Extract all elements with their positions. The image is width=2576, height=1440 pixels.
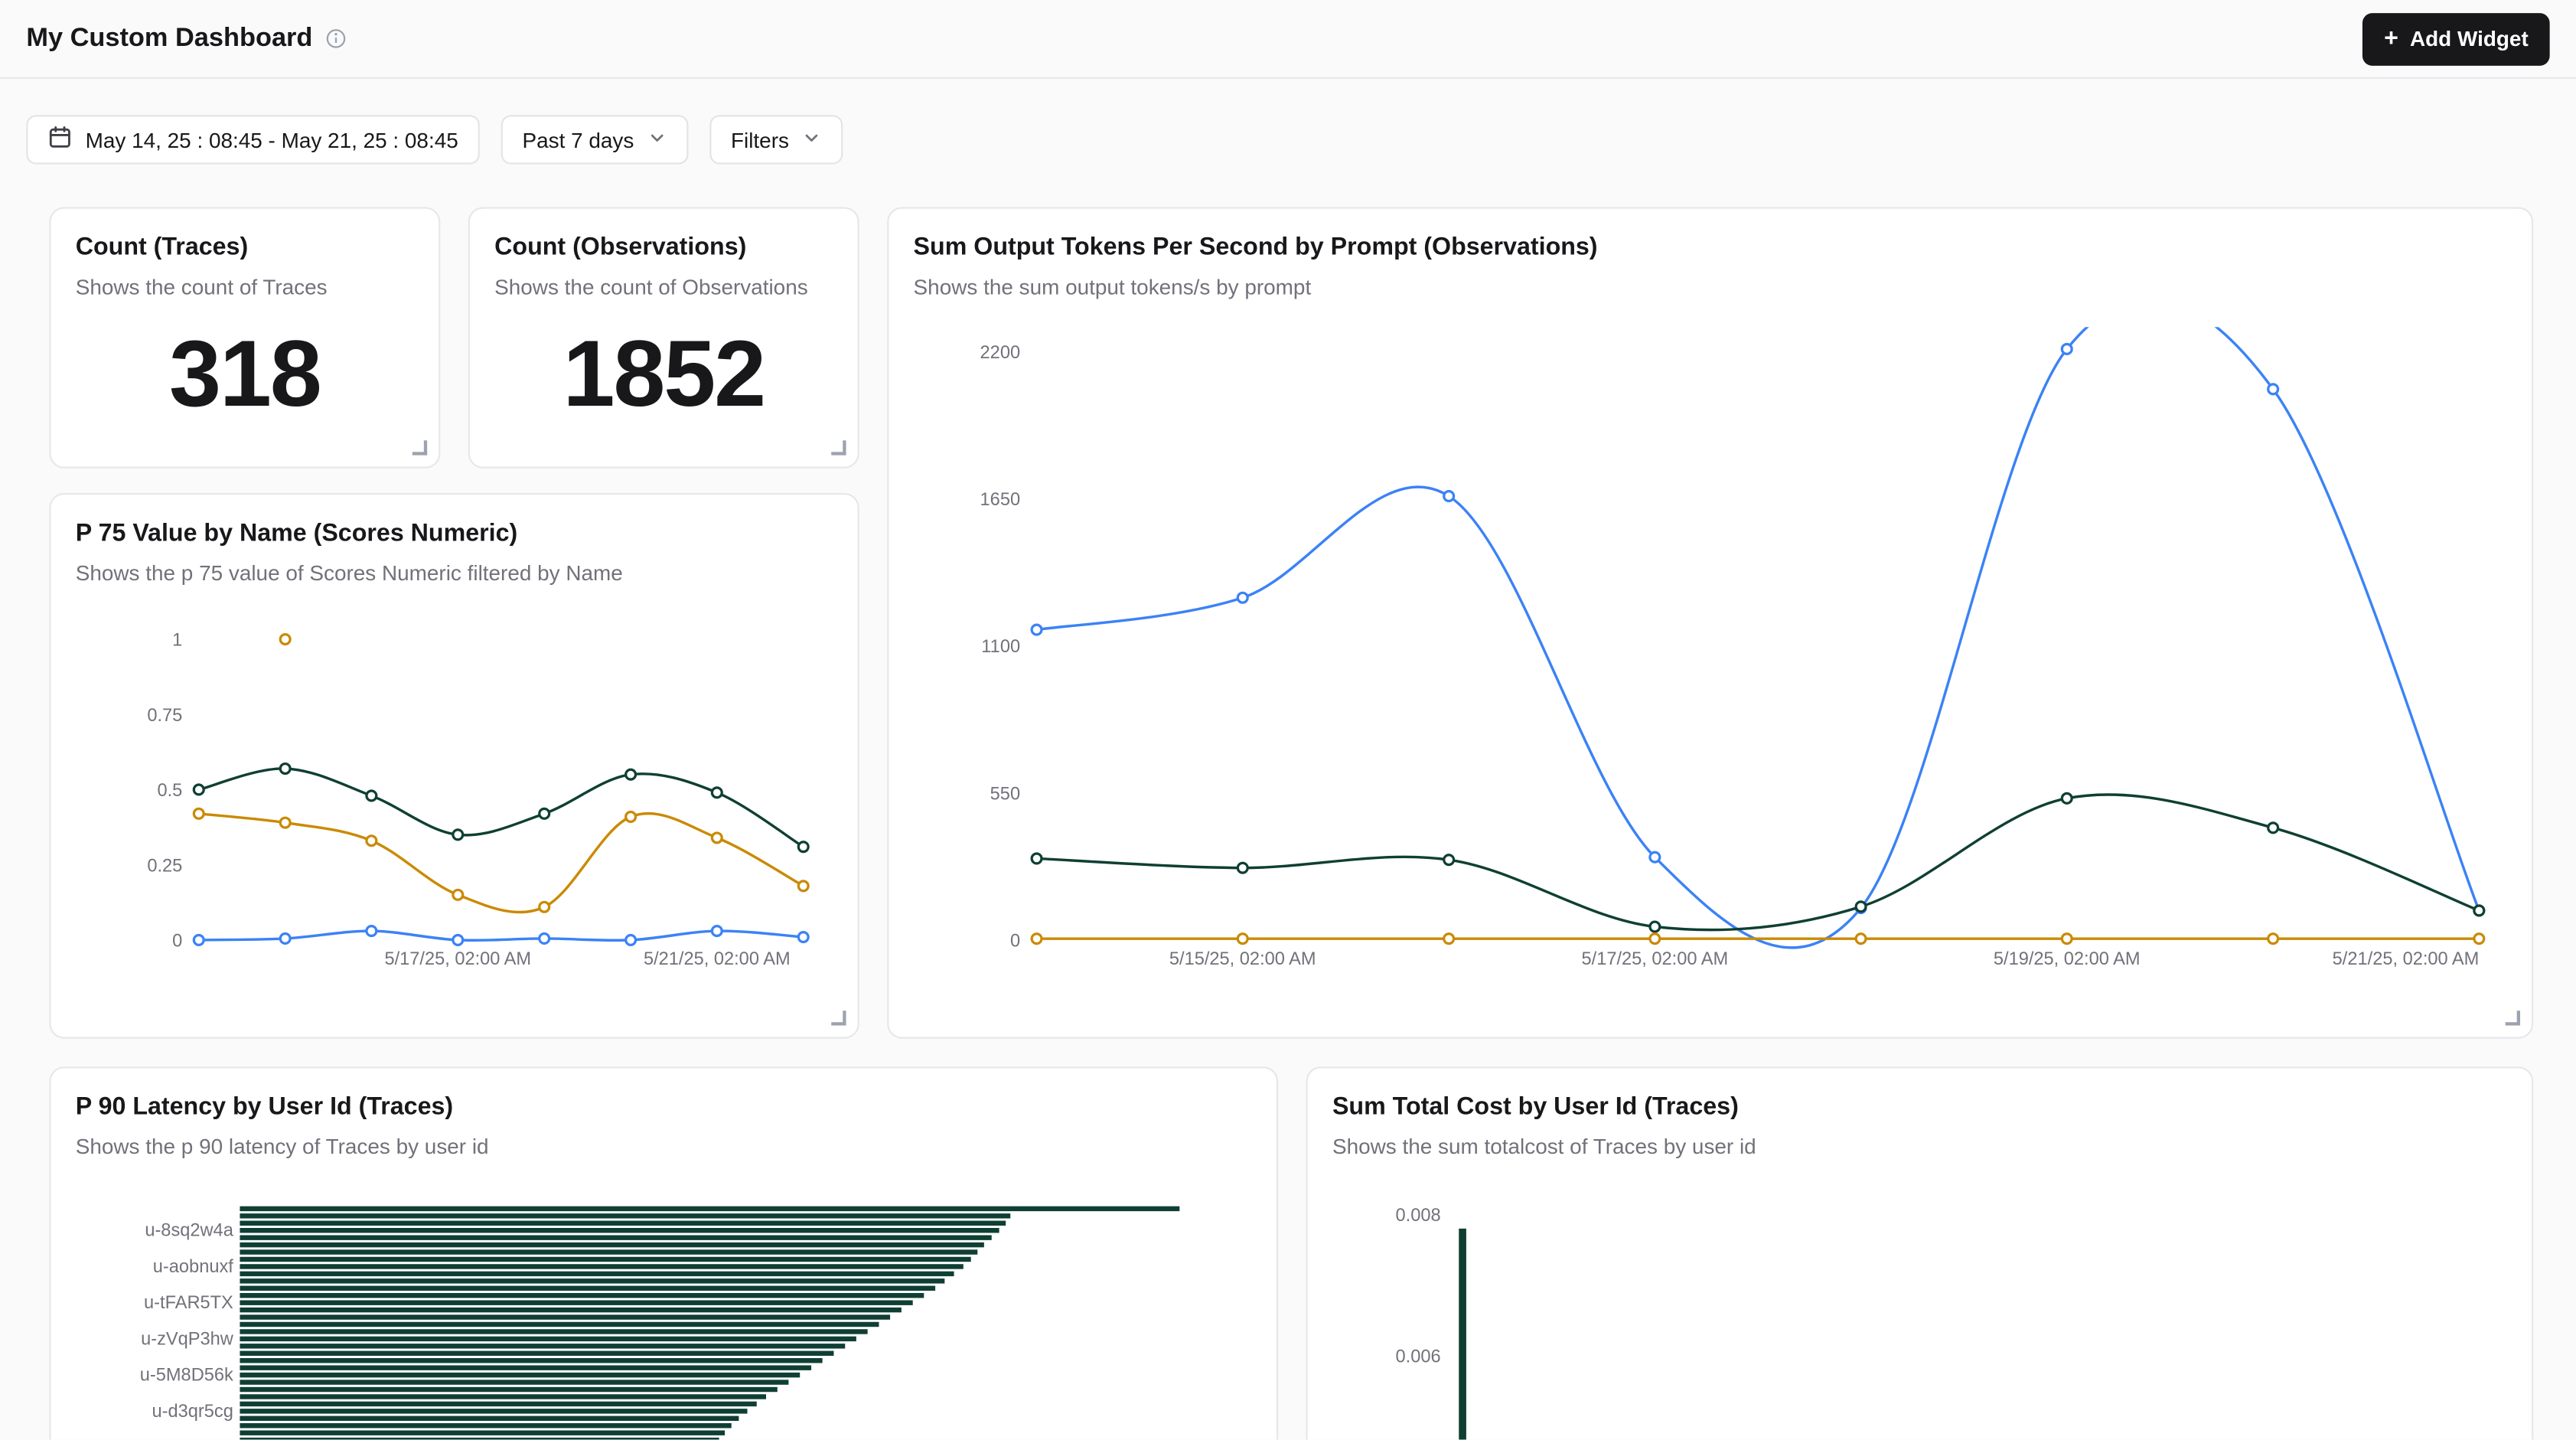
svg-text:0.5: 0.5 — [157, 781, 182, 801]
date-preset-label: Past 7 days — [522, 127, 634, 152]
widget-subtitle: Shows the p 90 latency of Traces by user… — [76, 1134, 1251, 1158]
chevron-down-icon — [802, 127, 822, 152]
svg-text:550: 550 — [990, 784, 1020, 804]
svg-text:0.008: 0.008 — [1396, 1206, 1441, 1226]
chevron-down-icon — [647, 127, 667, 152]
svg-text:u-8sq2w4a: u-8sq2w4a — [145, 1221, 233, 1241]
svg-text:u-5M8D56k: u-5M8D56k — [140, 1366, 233, 1386]
svg-text:u-d3qr5cg: u-d3qr5cg — [152, 1402, 233, 1422]
svg-text:2200: 2200 — [980, 343, 1021, 363]
toolbar: May 14, 25 : 08:45 - May 21, 25 : 08:45 … — [26, 115, 2549, 164]
svg-text:0.006: 0.006 — [1396, 1347, 1441, 1367]
calendar-icon — [47, 125, 72, 155]
dashboard-page: My Custom Dashboard + Add Widget — [0, 0, 2576, 1439]
filters-label: Filters — [731, 127, 789, 152]
svg-text:1650: 1650 — [980, 490, 1021, 510]
widget-title: Sum Output Tokens Per Second by Prompt (… — [914, 233, 2506, 261]
svg-text:0.75: 0.75 — [147, 706, 182, 726]
page-title-group: My Custom Dashboard — [26, 24, 347, 54]
widget-title: Count (Observations) — [494, 233, 831, 261]
svg-text:5/21/25, 02:00 AM: 5/21/25, 02:00 AM — [2333, 949, 2480, 969]
resize-handle[interactable] — [831, 1011, 846, 1025]
page-title: My Custom Dashboard — [26, 24, 312, 54]
svg-text:u-aobnuxf: u-aobnuxf — [153, 1257, 233, 1277]
widget-subtitle: Shows the sum output tokens/s by prompt — [914, 274, 2506, 299]
widget-subtitle: Shows the sum totalcost of Traces by use… — [1332, 1134, 2506, 1158]
plus-icon: + — [2384, 26, 2398, 51]
svg-text:1100: 1100 — [981, 637, 1020, 657]
widget-subtitle: Shows the count of Observations — [494, 274, 831, 299]
widget-count-traces: Count (Traces) Shows the count of Traces… — [49, 207, 440, 468]
date-preset-dropdown[interactable]: Past 7 days — [501, 115, 689, 164]
svg-text:u-8fVa9T3: u-8fVa9T3 — [150, 1438, 233, 1439]
resize-handle[interactable] — [831, 440, 846, 455]
resize-handle[interactable] — [2506, 1011, 2520, 1025]
date-range-button[interactable]: May 14, 25 : 08:45 - May 21, 25 : 08:45 — [26, 115, 479, 164]
cost-bar-chart: 0.0080.0060.0040.0020 — [1332, 1185, 2516, 1440]
widget-count-observations: Count (Observations) Shows the count of … — [468, 207, 859, 468]
svg-text:0: 0 — [172, 931, 182, 951]
widget-subtitle: Shows the p 75 value of Scores Numeric f… — [76, 560, 831, 585]
widget-title: P 90 Latency by User Id (Traces) — [76, 1093, 1251, 1121]
widget-title: P 75 Value by Name (Scores Numeric) — [76, 519, 831, 547]
svg-text:5/17/25, 02:00 AM: 5/17/25, 02:00 AM — [1582, 949, 1729, 969]
add-widget-label: Add Widget — [2410, 26, 2529, 51]
svg-text:5/17/25, 02:00 AM: 5/17/25, 02:00 AM — [384, 949, 531, 969]
p75-line-chart: 0 0.25 0.5 0.75 1 5/17/25, 02:00 AM 5/21/25, 0… — [74, 618, 838, 988]
add-widget-button[interactable]: + Add Widget — [2362, 12, 2549, 65]
svg-text:u-zVqP3hw: u-zVqP3hw — [141, 1329, 234, 1349]
svg-text:5/15/25, 02:00 AM: 5/15/25, 02:00 AM — [1169, 949, 1316, 969]
tokens-line-chart: 0 550 1100 1650 2200 5/15/25, 02:00 AM 5/17/25… — [914, 327, 2524, 988]
resize-handle[interactable] — [412, 440, 427, 455]
svg-text:u-tFAR5TX: u-tFAR5TX — [144, 1293, 233, 1313]
widget-total-cost: Sum Total Cost by User Id (Traces) Shows… — [1306, 1066, 2534, 1439]
top-bar: My Custom Dashboard + Add Widget — [0, 0, 2576, 79]
svg-text:5/19/25, 02:00 AM: 5/19/25, 02:00 AM — [1994, 949, 2141, 969]
info-icon[interactable] — [326, 28, 347, 49]
svg-text:0.25: 0.25 — [147, 856, 182, 876]
widget-p75-scores: P 75 Value by Name (Scores Numeric) Show… — [49, 493, 859, 1039]
p90-bar-chart: u-8sq2w4a u-aobnuxf u-tFAR5TX u-zVqP3hw u-5M… — [74, 1193, 1251, 1439]
svg-text:1: 1 — [172, 631, 182, 651]
svg-text:5/21/25, 02:00 AM: 5/21/25, 02:00 AM — [644, 949, 791, 969]
widget-title: Count (Traces) — [76, 233, 412, 261]
filters-dropdown[interactable]: Filters — [709, 115, 843, 164]
widget-tokens-per-second: Sum Output Tokens Per Second by Prompt (… — [887, 207, 2533, 1038]
metric-value: 318 — [51, 328, 439, 422]
widget-p90-latency: P 90 Latency by User Id (Traces) Shows t… — [49, 1066, 1278, 1439]
date-range-label: May 14, 25 : 08:45 - May 21, 25 : 08:45 — [86, 127, 458, 152]
svg-text:0: 0 — [1010, 931, 1020, 951]
widget-subtitle: Shows the count of Traces — [76, 274, 412, 299]
metric-value: 1852 — [470, 328, 858, 422]
widget-title: Sum Total Cost by User Id (Traces) — [1332, 1093, 2506, 1121]
